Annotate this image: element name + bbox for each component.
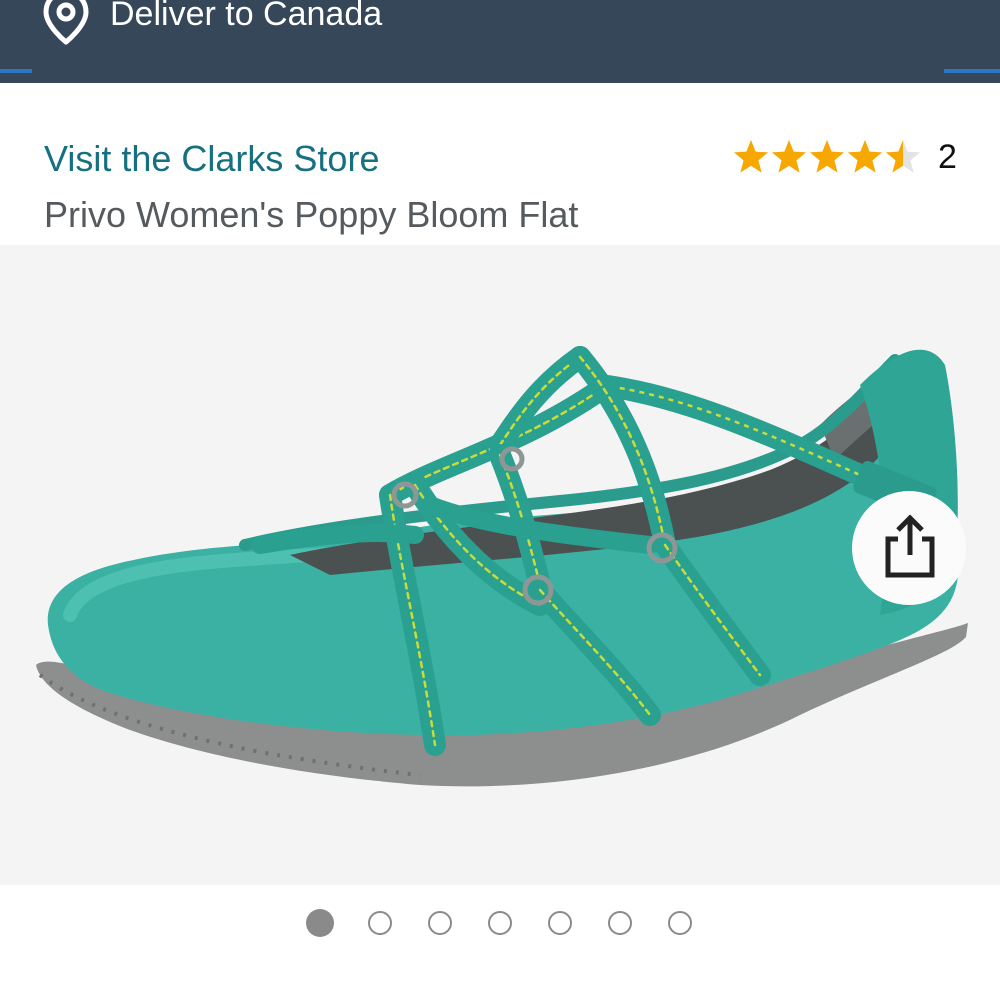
review-count[interactable]: 2 [938, 137, 957, 177]
product-title: Privo Women's Poppy Bloom Flat [44, 194, 579, 235]
pagination-dot[interactable] [668, 911, 692, 935]
star-half-icon [886, 140, 920, 173]
pagination-dot[interactable] [368, 911, 392, 935]
rating-summary[interactable]: 2 [732, 137, 957, 177]
pagination-dot[interactable] [608, 911, 632, 935]
location-pin-icon [43, 0, 89, 45]
star-rating [732, 138, 922, 176]
deliver-to-label[interactable]: Deliver to Canada [110, 0, 382, 42]
star-full-icon [848, 140, 882, 173]
product-page: Deliver to Canada Visit the Clarks Store… [0, 0, 1000, 1000]
bar-accent-left [0, 69, 32, 73]
star-full-icon [810, 140, 844, 173]
pagination-dot[interactable] [428, 911, 452, 935]
bar-accent-right [944, 69, 1000, 73]
pagination-dot[interactable] [306, 909, 334, 937]
pagination-dot[interactable] [548, 911, 572, 935]
shoe-image [36, 346, 968, 787]
star-full-icon [772, 140, 806, 173]
share-icon [885, 514, 935, 578]
visit-store-link[interactable]: Visit the Clarks Store [44, 137, 379, 181]
share-button[interactable] [852, 491, 966, 605]
pagination-dot[interactable] [488, 911, 512, 935]
image-pagination[interactable] [0, 908, 1000, 942]
deliver-bar[interactable]: Deliver to Canada [0, 0, 1000, 83]
star-full-icon [734, 140, 768, 173]
product-image-carousel[interactable] [0, 245, 1000, 885]
